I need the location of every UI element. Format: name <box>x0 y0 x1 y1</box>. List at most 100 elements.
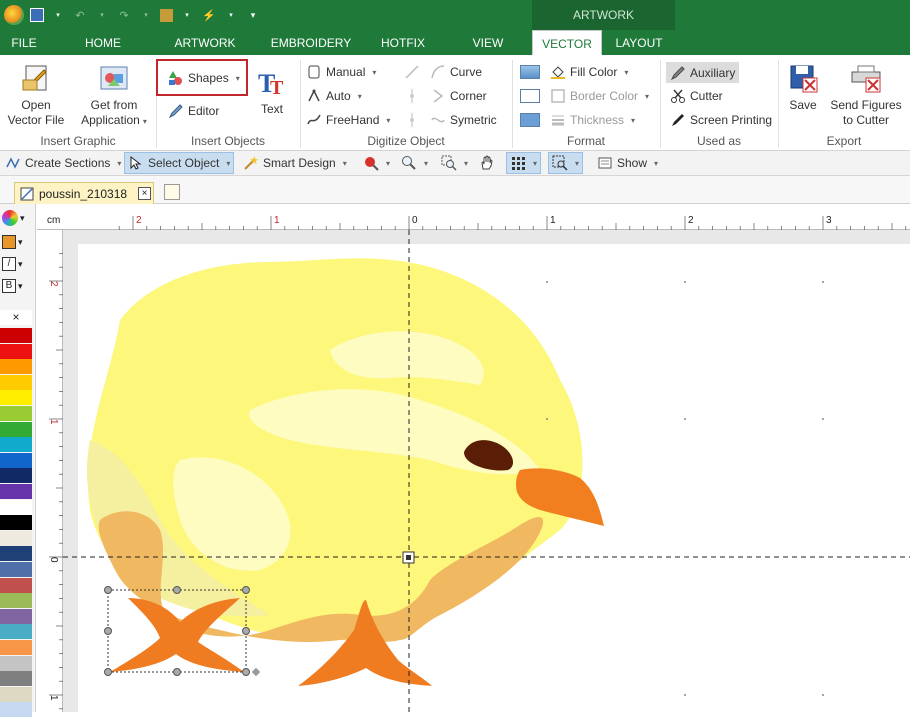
dropdown-arrow-icon: ▾ <box>575 158 580 168</box>
split-node-button[interactable] <box>404 86 420 106</box>
new-document-icon[interactable] <box>164 184 180 200</box>
tab-hotfix[interactable]: HOTFIX <box>374 30 432 55</box>
color-swatch[interactable] <box>0 624 32 640</box>
dropdown-arrow-icon: ▾ <box>654 158 659 168</box>
shapes-button[interactable]: Shapes ▾ <box>168 68 240 88</box>
color-swatch[interactable] <box>0 640 32 655</box>
join-node-button[interactable] <box>404 110 420 130</box>
color-swatch[interactable] <box>0 593 32 609</box>
freehand-button[interactable]: FreeHand ▾ <box>306 110 390 130</box>
tab-file[interactable]: FILE <box>4 30 44 55</box>
color-swatch[interactable] <box>0 515 32 531</box>
color-swatch[interactable] <box>0 359 32 375</box>
color-swatch[interactable] <box>0 452 32 468</box>
get-from-label-2: Application <box>81 113 140 127</box>
tab-layout[interactable]: LAYOUT <box>606 30 672 55</box>
document-icon <box>20 187 34 200</box>
tab-artwork[interactable]: ARTWORK <box>168 30 242 55</box>
thickness-preview-button[interactable] <box>520 110 540 130</box>
editor-button[interactable]: Editor <box>168 101 219 121</box>
curve-button[interactable]: Curve <box>430 62 482 82</box>
close-tab-icon[interactable]: × <box>138 187 151 200</box>
corner-button[interactable]: Corner <box>430 86 487 106</box>
text-button[interactable]: TT Text <box>256 66 288 117</box>
color-swatch[interactable] <box>0 421 32 437</box>
show-button[interactable]: Show ▾ <box>594 152 661 174</box>
customize-icon[interactable]: ▾ <box>245 7 261 23</box>
zoom-button[interactable]: ▾ <box>398 152 431 174</box>
color-swatch[interactable] <box>0 374 32 390</box>
ruler-label: 1 <box>48 419 59 425</box>
join-node-icon <box>410 113 414 127</box>
application-icon <box>100 66 128 90</box>
zoom-area-button[interactable]: ▾ <box>438 152 471 174</box>
clipboard-icon[interactable] <box>160 8 173 22</box>
redo-icon[interactable]: ↷ <box>116 7 132 23</box>
document-tab[interactable]: poussin_210318 <box>14 182 154 204</box>
fill-color-button[interactable]: Fill Color ▾ <box>550 62 628 82</box>
quick-access-toolbar: ▾ ↶ ▾ ↷ ▾ ▾ ⚡ ▾ ▾ <box>0 0 261 30</box>
color-swatch[interactable] <box>0 530 32 546</box>
snap-button[interactable]: ▾ <box>548 152 584 174</box>
tab-vector[interactable]: VECTOR <box>532 30 602 55</box>
color-swatch[interactable] <box>0 686 32 702</box>
color-picker-button[interactable]: ▾ <box>360 152 393 174</box>
tab-embroidery[interactable]: EMBROIDERY <box>268 30 354 55</box>
color-swatch[interactable] <box>0 608 32 624</box>
design-page[interactable] <box>78 244 910 712</box>
fill-preview-button[interactable] <box>520 62 540 82</box>
tab-view[interactable]: VIEW <box>466 30 510 55</box>
manual-label: Manual <box>326 65 366 79</box>
show-label: Show <box>617 156 648 170</box>
color-swatch[interactable] <box>0 390 32 406</box>
send-figures-to-cutter-button[interactable]: Send Figures to Cutter <box>830 62 902 128</box>
ruler-label: 2 <box>688 215 694 226</box>
undo-icon[interactable]: ↶ <box>72 7 88 23</box>
pan-button[interactable] <box>476 152 498 174</box>
color-swatch[interactable] <box>0 343 32 359</box>
border-color-button[interactable]: Border Color ▾ <box>550 86 649 106</box>
save-icon[interactable] <box>30 8 44 22</box>
straight-line-button[interactable] <box>404 62 420 82</box>
color-swatch[interactable] <box>0 328 32 343</box>
screen-printing-button[interactable]: Screen Printing <box>670 110 772 130</box>
color-swatch[interactable] <box>0 546 32 562</box>
tab-home[interactable]: HOME <box>78 30 128 55</box>
color-swatch[interactable] <box>0 468 32 484</box>
app-logo-icon[interactable] <box>4 5 24 25</box>
palette-color-wheel-tool[interactable]: ▾ <box>2 208 34 228</box>
create-sections-button[interactable]: Create Sections ▾ <box>2 152 124 174</box>
palette-border-tool[interactable]: B ▾ <box>2 276 34 296</box>
palette-pen-tool[interactable]: / ▾ <box>2 254 34 274</box>
auto-label: Auto <box>326 89 351 103</box>
color-swatch[interactable] <box>0 484 32 499</box>
horizontal-ruler: cm 210123 <box>37 212 910 230</box>
color-swatch[interactable] <box>0 671 32 687</box>
symetric-button[interactable]: Symetric <box>430 110 497 130</box>
border-preview-button[interactable] <box>520 86 540 106</box>
color-swatch[interactable] <box>0 655 32 671</box>
dropdown-arrow-icon: ▾ <box>20 212 25 223</box>
editor-icon <box>168 104 183 119</box>
grid-button[interactable]: ▾ <box>506 152 542 174</box>
ruler-label: 2 <box>48 281 59 287</box>
open-vector-file-button[interactable]: Open Vector File <box>6 62 66 128</box>
color-swatch[interactable] <box>0 406 32 421</box>
color-swatch[interactable] <box>0 499 32 515</box>
get-from-application-button[interactable]: Get from Application ▾ <box>76 62 152 129</box>
color-swatch[interactable] <box>0 437 32 453</box>
select-object-button[interactable]: Select Object ▾ <box>124 152 235 174</box>
manual-button[interactable]: Manual ▾ <box>306 62 376 82</box>
auto-button[interactable]: Auto ▾ <box>306 86 362 106</box>
no-color-swatch[interactable]: × <box>0 310 32 325</box>
smart-design-button[interactable]: Smart Design ▾ <box>240 152 350 174</box>
save-export-button[interactable]: Save <box>784 62 822 113</box>
color-swatch[interactable] <box>0 562 32 577</box>
cutter-button[interactable]: Cutter <box>670 86 723 106</box>
auxiliary-button[interactable]: Auxiliary <box>666 62 740 83</box>
thickness-button[interactable]: Thickness ▾ <box>550 110 635 130</box>
lightning-icon[interactable]: ⚡ <box>201 7 217 23</box>
color-swatch[interactable] <box>0 702 32 717</box>
palette-fill-tool[interactable]: ▾ <box>2 232 34 252</box>
color-swatch[interactable] <box>0 577 32 593</box>
